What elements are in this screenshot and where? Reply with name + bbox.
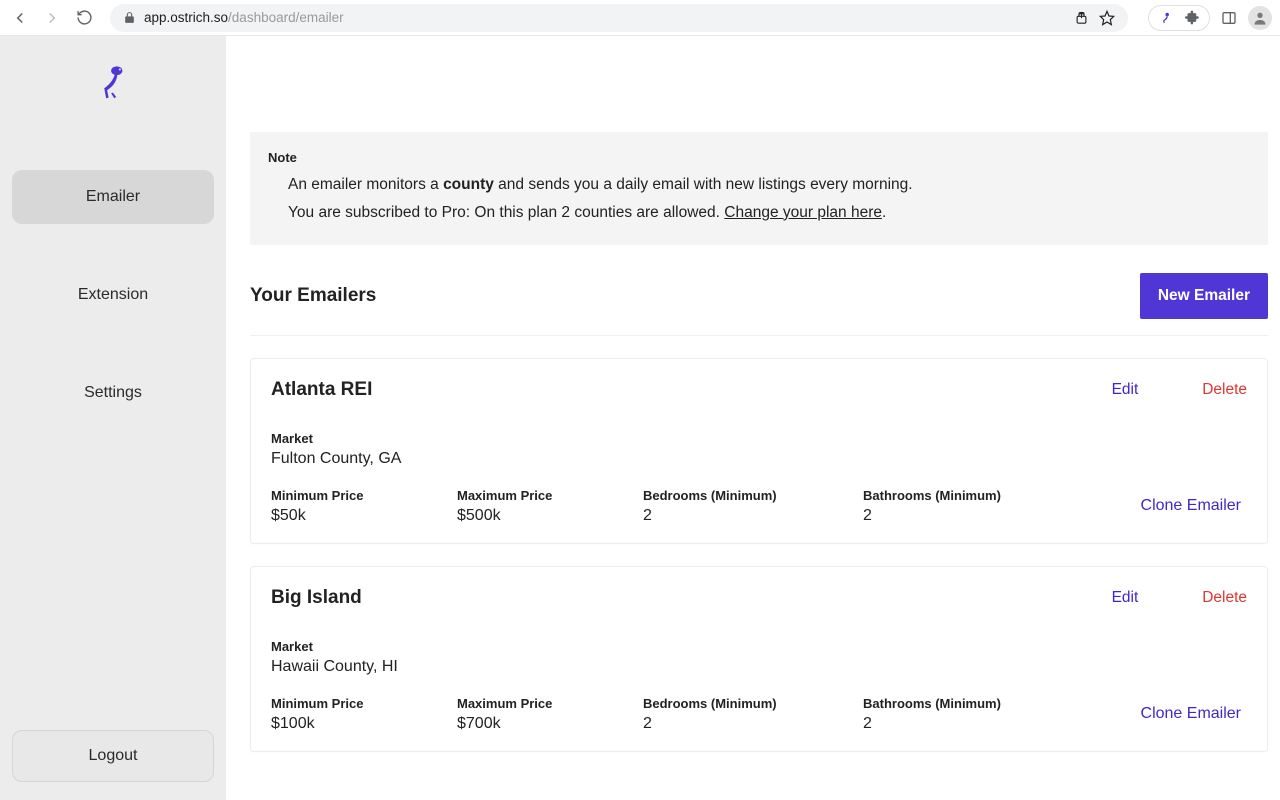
reload-button[interactable] <box>72 6 96 30</box>
back-button[interactable] <box>8 6 32 30</box>
bedrooms-label: Bedrooms (Minimum) <box>643 488 863 503</box>
min-price-value: $100k <box>271 715 457 733</box>
change-plan-link[interactable]: Change your plan here <box>724 204 882 221</box>
edit-link[interactable]: Edit <box>1112 589 1139 606</box>
market-value: Hawaii County, HI <box>271 658 1247 676</box>
sidebar-nav: Emailer Extension Settings <box>12 170 214 420</box>
new-emailer-button[interactable]: New Emailer <box>1140 273 1268 319</box>
delete-link[interactable]: Delete <box>1202 381 1247 398</box>
min-price-label: Minimum Price <box>271 488 457 503</box>
address-bar[interactable]: app.ostrich.so/dashboard/emailer <box>110 4 1128 32</box>
section-header: Your Emailers New Emailer <box>250 273 1268 336</box>
market-value: Fulton County, GA <box>271 450 1247 468</box>
browser-chrome: app.ostrich.so/dashboard/emailer <box>0 0 1280 36</box>
ostrich-ext-icon <box>1157 9 1175 27</box>
max-price-value: $700k <box>457 715 643 733</box>
max-price-label: Maximum Price <box>457 696 643 711</box>
extension-pill[interactable] <box>1148 5 1210 31</box>
sidebar-item-extension[interactable]: Extension <box>12 268 214 322</box>
chrome-actions <box>1142 5 1272 31</box>
min-price-label: Minimum Price <box>271 696 457 711</box>
clone-link[interactable]: Clone Emailer <box>1141 497 1247 515</box>
clone-link[interactable]: Clone Emailer <box>1141 705 1247 723</box>
bedrooms-label: Bedrooms (Minimum) <box>643 696 863 711</box>
app-shell: Emailer Extension Settings Logout Note A… <box>0 36 1280 800</box>
note-line-1: An emailer monitors a county and sends y… <box>268 171 1250 199</box>
min-price-value: $50k <box>271 507 457 525</box>
max-price-label: Maximum Price <box>457 488 643 503</box>
extensions-icon <box>1183 9 1201 27</box>
delete-link[interactable]: Delete <box>1202 589 1247 606</box>
emailer-name: Atlanta REI <box>271 379 1052 401</box>
bedrooms-value: 2 <box>643 715 863 733</box>
market-label: Market <box>271 639 1247 654</box>
sidebar: Emailer Extension Settings Logout <box>0 36 226 800</box>
url-text: app.ostrich.so/dashboard/emailer <box>144 10 344 25</box>
emailer-card: Big Island Edit Delete Market Hawaii Cou… <box>250 566 1268 752</box>
logo[interactable] <box>12 60 214 130</box>
sidebar-item-settings[interactable]: Settings <box>12 366 214 420</box>
emailer-card: Atlanta REI Edit Delete Market Fulton Co… <box>250 358 1268 544</box>
panel-icon[interactable] <box>1220 9 1238 27</box>
share-icon[interactable] <box>1072 9 1090 27</box>
note-line-2: You are subscribed to Pro: On this plan … <box>268 199 1250 227</box>
section-title: Your Emailers <box>250 285 376 307</box>
sidebar-item-emailer[interactable]: Emailer <box>12 170 214 224</box>
card-actions: Edit Delete <box>1052 589 1247 607</box>
star-icon[interactable] <box>1098 9 1116 27</box>
bathrooms-value: 2 <box>863 715 1083 733</box>
logout-button[interactable]: Logout <box>12 730 214 782</box>
bathrooms-label: Bathrooms (Minimum) <box>863 488 1083 503</box>
forward-button[interactable] <box>40 6 64 30</box>
lock-icon <box>122 11 136 25</box>
main-content: Note An emailer monitors a county and se… <box>226 36 1280 800</box>
edit-link[interactable]: Edit <box>1112 381 1139 398</box>
bathrooms-label: Bathrooms (Minimum) <box>863 696 1083 711</box>
bathrooms-value: 2 <box>863 507 1083 525</box>
market-label: Market <box>271 431 1247 446</box>
emailer-name: Big Island <box>271 587 1052 609</box>
note-title: Note <box>268 150 1250 165</box>
max-price-value: $500k <box>457 507 643 525</box>
bedrooms-value: 2 <box>643 507 863 525</box>
profile-avatar[interactable] <box>1248 6 1272 30</box>
note-box: Note An emailer monitors a county and se… <box>250 132 1268 245</box>
card-actions: Edit Delete <box>1052 381 1247 399</box>
